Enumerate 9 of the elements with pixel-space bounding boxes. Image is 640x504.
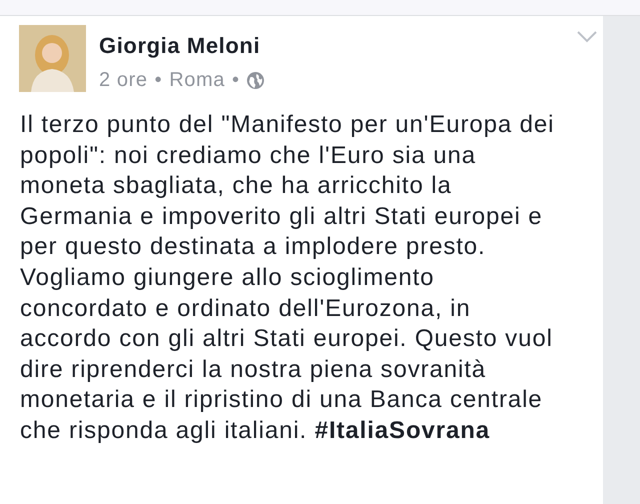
separator: • [232,69,240,92]
location[interactable]: Roma [169,69,225,92]
globe-icon [246,72,264,89]
chevron-down-icon[interactable] [577,31,597,43]
avatar[interactable] [19,25,86,92]
post-text: Il terzo punto del "Manifesto per un'Europa dei popoli": noi crediamo che l'Euro sia una moneta sbagliata, che ha arricchito la Germania e impoverito gli altri Stati europei e per questo destinata a implodere presto. Vogliamo giungere allo scioglimento concordato e ordinato dell'Eurozona, in accordo con gli altri Stati europei. Questo vuol dire riprenderci la nostra piena sovranità monetaria e il ripristino di una Banca centrale che risponda agli italiani. #ItaliaSovrana [20,110,556,446]
author-name[interactable]: Giorgia Meloni [99,33,264,59]
post-time[interactable]: 2 ore [99,69,148,92]
separator: • [154,69,162,92]
